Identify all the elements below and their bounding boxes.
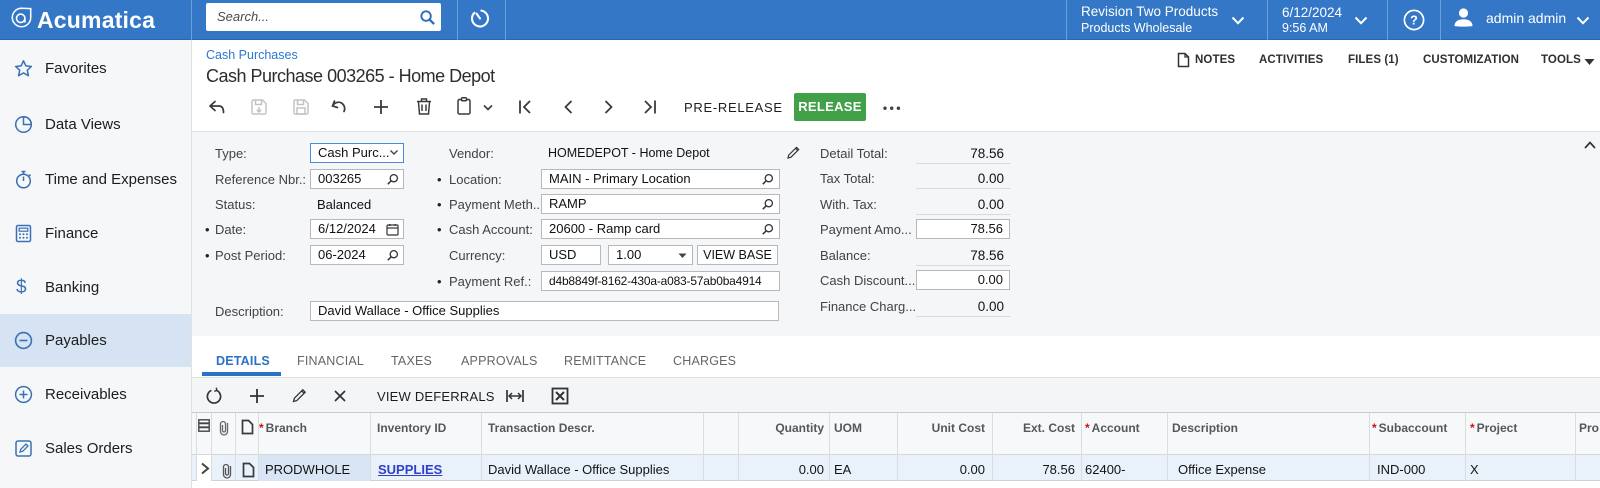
svg-text:?: ?: [1410, 13, 1418, 27]
